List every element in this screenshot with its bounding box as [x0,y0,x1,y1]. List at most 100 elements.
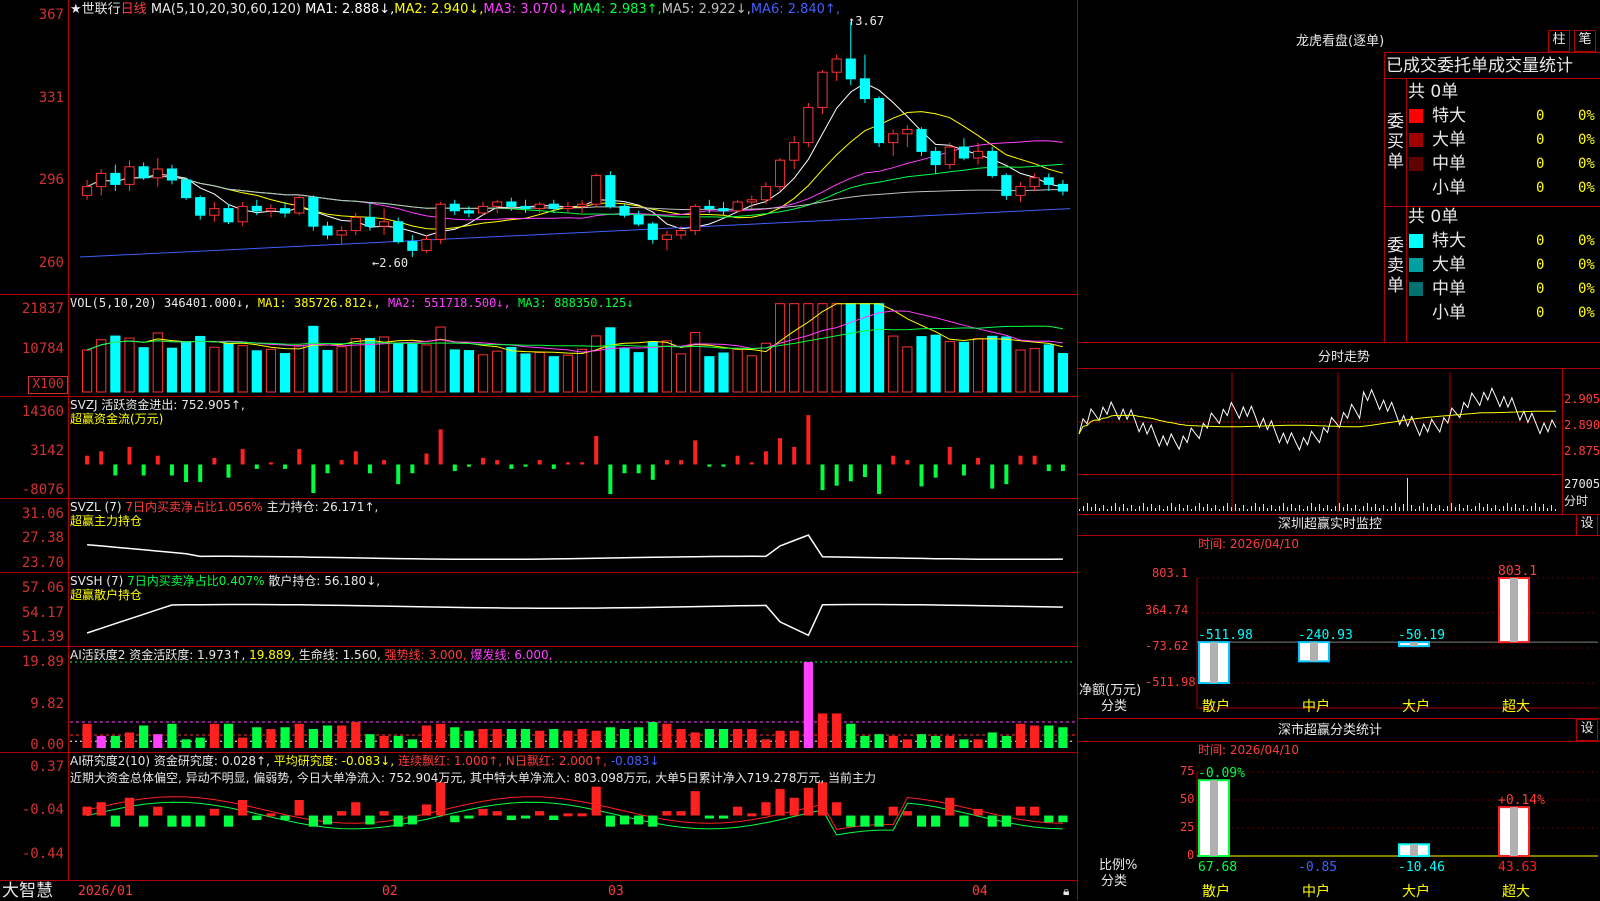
buy-orders-label: 委买单 [1387,112,1404,172]
ma-values: MA1: 2.888↓,MA2: 2.940↓,MA3: 3.070↓,MA4:… [305,2,840,17]
candle-body [845,58,856,80]
price-tick-296: 296 [38,172,64,188]
svzj-value: 活跃资金进出: 752.905↑, [101,398,245,412]
intraday-volume-bar [1271,505,1272,511]
candle-body [1057,183,1069,192]
stats-tab-label[interactable]: 已成交委托单成交量统计 [1386,56,1573,76]
svzl-hold: 主力持仓: 26.171↑, [266,500,379,514]
vol-header: VOL(5,10,20) 346401.000↓, MA1: 385726.81… [70,296,634,310]
fund-flow-bar [636,464,641,474]
volume-bar [732,348,743,393]
class-bar [1198,779,1230,858]
ai2-bar [1015,723,1026,748]
volume-bar [817,303,828,393]
research-bar [733,806,743,816]
research-bar [931,815,941,827]
research-bar [704,815,714,819]
sell-order-row: 特大 0 0% [1408,229,1600,253]
research-bar [266,813,276,817]
research-bar [393,815,403,827]
candle-body [548,203,559,210]
intraday-volume-bar [1535,503,1536,511]
intraday-volume-bar [1499,509,1500,511]
intraday-volume-bar [1339,503,1340,511]
ai2-bar [1001,735,1011,748]
price-tick-331: 331 [38,90,64,106]
vol-label: VOL(5,10,20) [70,296,157,310]
svzj-tick-3: -8076 [21,482,64,498]
research-tick-2: -0.04 [21,802,64,818]
candle-body [223,208,234,223]
class-stats-settings-button[interactable]: 设 [1576,719,1598,741]
brand-logo[interactable]: 大智慧 [2,882,53,900]
buy-orders-table: 共 0单 特大 0 0% 大单 0 0% 中单 0 0% 小单 0 0% [1408,80,1600,200]
candle-body [110,172,121,185]
fund-flow-bar [862,464,867,477]
candle-body [96,172,107,188]
volume-bar [1015,349,1026,393]
sell-order-color-swatch [1409,258,1423,272]
stock-name[interactable]: ★世联行 [70,2,121,17]
monitor-settings-button[interactable]: 设 [1576,514,1598,536]
candle-body [421,238,432,251]
volume-bar [520,353,531,393]
intraday-volume-bar [1447,506,1448,511]
research-bar [124,797,135,816]
sell-order-color-swatch [1409,306,1423,320]
volume-bar [605,327,616,393]
ai2-bar [124,732,135,748]
ma3-value: MA3: 3.070↓, [483,2,573,17]
research-line [86,796,1063,830]
class-value-label: -10.46 [1398,860,1445,875]
bar-mode-button[interactable]: 柱 [1548,30,1570,52]
svzl-prefix: SVZL (7) [70,500,122,514]
svsh-hold: 散户持仓: 56.180↓, [268,574,381,588]
candle-body [987,150,998,177]
vol-unit-button[interactable]: X100 [28,376,68,394]
research-bar [846,815,856,827]
ai2-bar [931,735,941,748]
research-bar [223,815,234,827]
intraday-volume-bar [1163,509,1164,511]
candle-body [1043,177,1054,185]
svzl-tick-3: 23.70 [21,555,64,571]
intraday-volume-bar [1215,505,1216,511]
candle-body [591,175,602,205]
period-label[interactable]: 日线 [121,2,147,17]
vol-ma1: MA1: 385726.812↓, [257,296,381,310]
intraday-volume-bar [1435,508,1436,511]
ai2-bar [690,732,700,748]
research-bar [351,802,361,816]
date-tick-feb: 02 [382,884,398,899]
class-category-label: 超大 [1502,884,1530,900]
class-stats-tick-50: 50 [1180,792,1195,806]
intraday-volume-bar [1555,509,1556,511]
ai2-bar [591,730,601,748]
fund-flow-bar [721,464,726,467]
volume-bar [647,341,658,393]
intraday-tick-2: 2.890 [1564,418,1600,432]
candle-body [760,186,772,201]
volume-bar [364,337,376,393]
intraday-tick-1: 2.905 [1564,392,1600,406]
intraday-volume-bar [1387,509,1388,511]
buy-order-percent: 0% [1578,156,1595,172]
fund-flow-bar [778,438,783,465]
volume-bar [944,341,955,393]
volume-bar [746,355,757,393]
date-tick-jan: 2026/01 [78,884,133,899]
research-bar [662,811,672,816]
intraday-top-border [1077,368,1600,369]
fund-flow-bar [551,464,556,469]
candle-body [350,216,361,232]
monitor-tick-3: -73.62 [1145,639,1189,653]
tick-mode-button[interactable]: 笔 [1574,30,1596,52]
ai2-strong-line: 强势线: 3.000, [384,648,467,662]
research-tick-1: 0.37 [30,759,64,775]
ai2-bar [945,735,955,748]
lock-icon[interactable]: 🔒︎ [1063,884,1069,898]
right-panel-title: 龙虎看盘(逐单) [1296,34,1385,49]
buy-order-size-label: 特大 [1432,106,1466,126]
volume-bar [704,356,715,393]
buy-order-count: 0 [1536,156,1545,172]
